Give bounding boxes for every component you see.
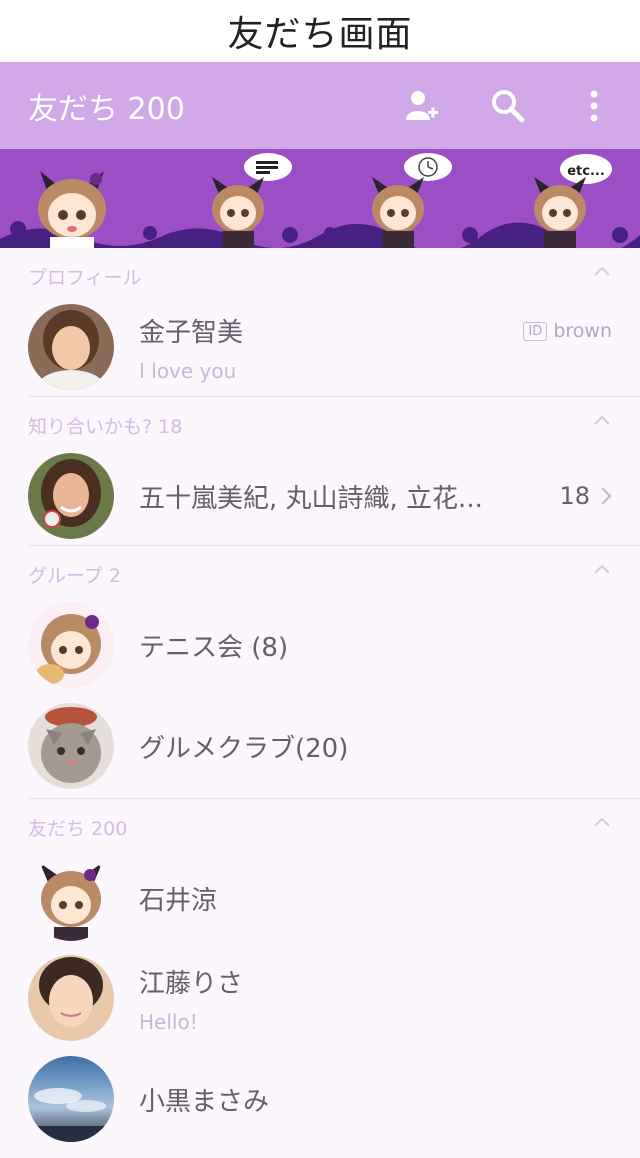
avatar xyxy=(28,602,114,688)
friend-text: 江藤りさ Hello! xyxy=(139,963,612,1034)
friend-list: プロフィール 金子智美 I love you ID brown 知り合いかも? … xyxy=(0,248,640,1158)
chevron-right-icon xyxy=(601,487,612,505)
profile-row[interactable]: 金子智美 I love you ID brown xyxy=(0,298,640,396)
page-title: 友だち 200 xyxy=(28,91,185,127)
avatar xyxy=(28,453,114,539)
avatar xyxy=(28,304,114,390)
id-value: brown xyxy=(553,320,612,342)
group-text: テニス会 (8) xyxy=(139,627,612,664)
section-label: 知り合いかも? 18 xyxy=(28,416,183,438)
chevron-up-icon xyxy=(594,817,610,827)
banner-bubble-text: etc... xyxy=(567,164,605,179)
friend-text: 小黒まさみ xyxy=(139,1081,612,1118)
profile-status: I love you xyxy=(139,358,237,383)
suggestion-text: 五十嵐美紀, 丸山詩織, 立花... xyxy=(139,478,612,515)
group-text: グルメクラブ(20) xyxy=(139,728,612,765)
group-name: グルメクラブ(20) xyxy=(139,733,349,764)
friend-name: 小黒まさみ xyxy=(139,1086,270,1117)
friend-text: 石井涼 xyxy=(139,880,612,917)
theme-banner: etc... xyxy=(0,149,640,248)
character-4: etc... xyxy=(534,154,612,248)
app-header: 友だち 200 xyxy=(0,62,640,149)
section-header-groups[interactable]: グループ 2 xyxy=(0,546,640,596)
more-vertical-icon[interactable] xyxy=(576,88,612,124)
banner-illustration: etc... xyxy=(0,153,640,248)
section-label: グループ 2 xyxy=(28,565,121,587)
count-value: 18 xyxy=(559,482,590,510)
friend-row[interactable]: 江藤りさ Hello! xyxy=(0,947,640,1049)
character-2 xyxy=(212,153,292,248)
suggestion-count: 18 xyxy=(559,482,612,510)
search-icon[interactable] xyxy=(490,88,526,124)
avatar xyxy=(28,955,114,1041)
group-row[interactable]: グルメクラブ(20) xyxy=(0,694,640,798)
section-header-suggestions[interactable]: 知り合いかも? 18 xyxy=(0,397,640,447)
screen-caption: 友だち画面 xyxy=(0,0,640,62)
group-row[interactable]: テニス会 (8) xyxy=(0,596,640,694)
avatar xyxy=(28,1056,114,1142)
suggestion-row[interactable]: 五十嵐美紀, 丸山詩織, 立花... 18 xyxy=(0,447,640,545)
profile-id: ID brown xyxy=(523,320,612,342)
chevron-up-icon xyxy=(594,266,610,276)
header-actions xyxy=(404,88,612,124)
avatar xyxy=(28,703,114,789)
add-friend-icon[interactable] xyxy=(404,88,440,124)
friend-status: Hello! xyxy=(139,1009,198,1034)
chevron-up-icon xyxy=(594,415,610,425)
character-3 xyxy=(372,153,452,248)
section-header-friends[interactable]: 友だち 200 xyxy=(0,799,640,849)
chevron-up-icon xyxy=(594,564,610,574)
section-label: プロフィール xyxy=(28,267,142,289)
section-header-profile[interactable]: プロフィール xyxy=(0,248,640,298)
section-label: 友だち 200 xyxy=(28,818,128,840)
group-name: テニス会 (8) xyxy=(139,632,289,663)
friend-row[interactable]: 石井涼 xyxy=(0,849,640,947)
friend-row[interactable]: 小黒まさみ xyxy=(0,1049,640,1149)
avatar xyxy=(28,855,114,941)
friend-name: 江藤りさ xyxy=(139,968,244,999)
friend-name: 石井涼 xyxy=(139,885,218,916)
id-label: ID xyxy=(523,321,548,341)
suggestion-names: 五十嵐美紀, 丸山詩織, 立花... xyxy=(139,483,483,514)
